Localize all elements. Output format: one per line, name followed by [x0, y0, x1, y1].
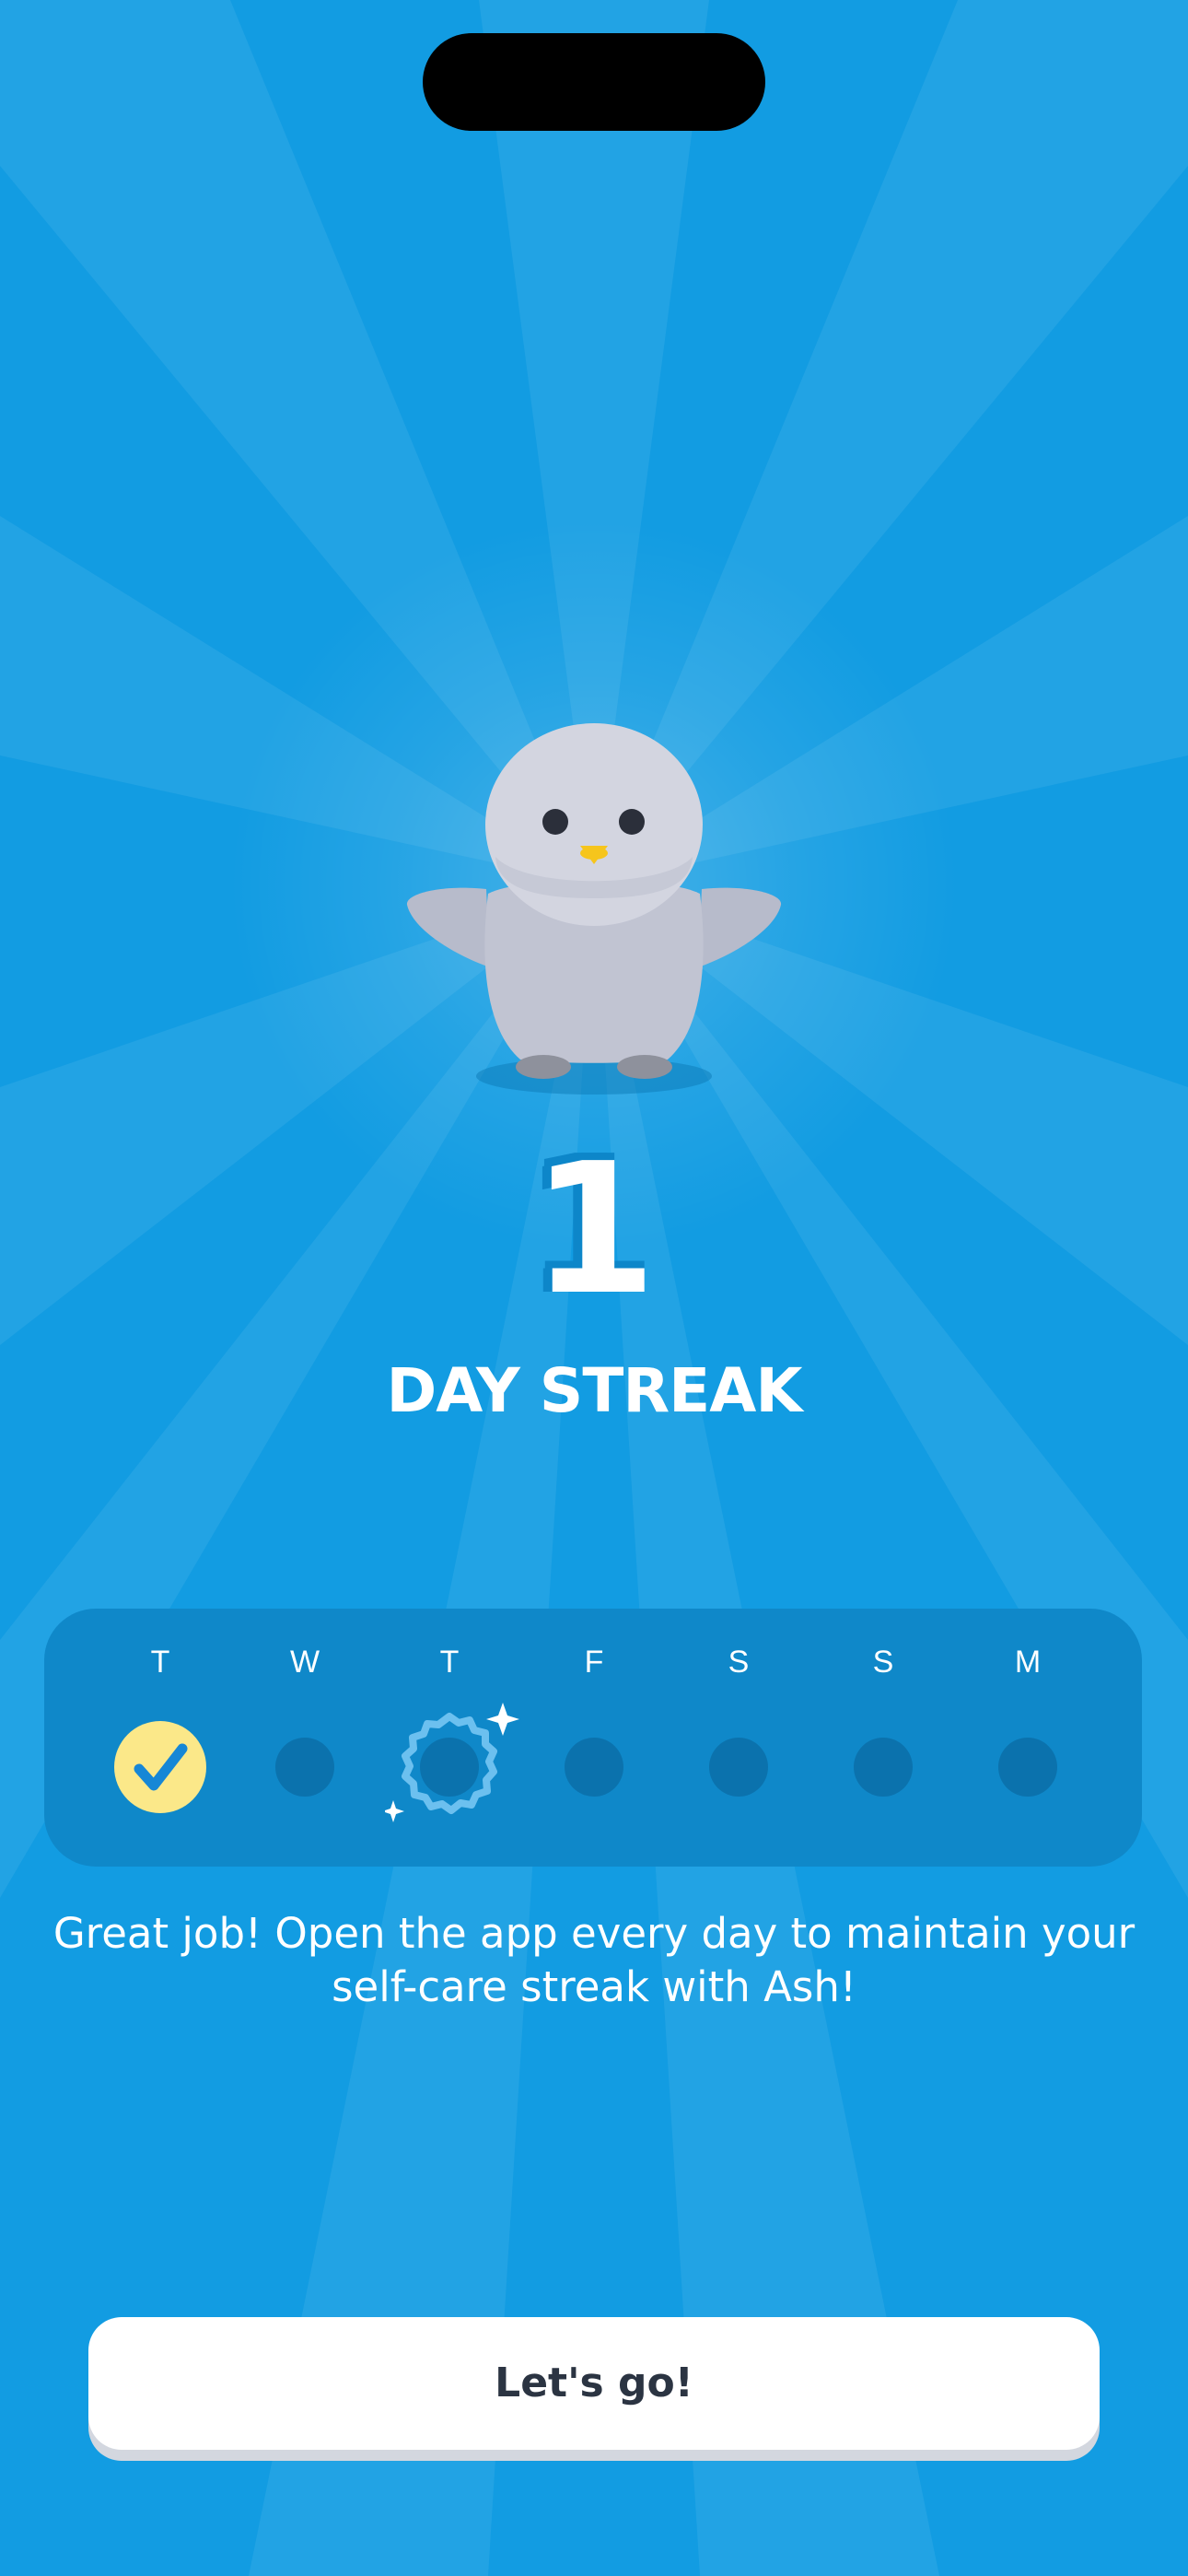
day-dot [565, 1738, 623, 1797]
streak-label: DAY STREAK [386, 1355, 802, 1426]
day-letter: T [150, 1645, 170, 1680]
day-monday: M [954, 1609, 1101, 1867]
day-saturday: S [665, 1609, 812, 1867]
day-sunday: S [809, 1609, 957, 1867]
day-dot [854, 1738, 913, 1797]
day-dot [275, 1738, 334, 1797]
day-letter: T [439, 1645, 460, 1680]
day-thursday: T [376, 1609, 523, 1867]
week-tracker: T W T F S S M [44, 1609, 1142, 1867]
streak-count: 1 [530, 1125, 658, 1335]
dynamic-island [423, 33, 765, 131]
day-letter: W [289, 1645, 320, 1680]
lets-go-button[interactable]: Let's go! [88, 2317, 1100, 2450]
day-letter: M [1014, 1645, 1042, 1680]
day-letter: S [728, 1645, 750, 1680]
day-letter: F [584, 1645, 604, 1680]
owl-mascot-icon [406, 723, 782, 1095]
day-dot [998, 1738, 1057, 1797]
day-friday: F [520, 1609, 668, 1867]
day-wednesday: W [231, 1609, 379, 1867]
streak-screen: 1 DAY STREAK T W T F S S M Great job! Op… [0, 0, 1188, 2576]
day-dot [709, 1738, 768, 1797]
check-icon [114, 1721, 206, 1813]
day-letter: S [872, 1645, 894, 1680]
day-tuesday: T [87, 1609, 234, 1867]
sparkle-badge-icon [385, 1703, 519, 1822]
encouragement-message: Great job! Open the app every day to mai… [52, 1909, 1136, 2011]
